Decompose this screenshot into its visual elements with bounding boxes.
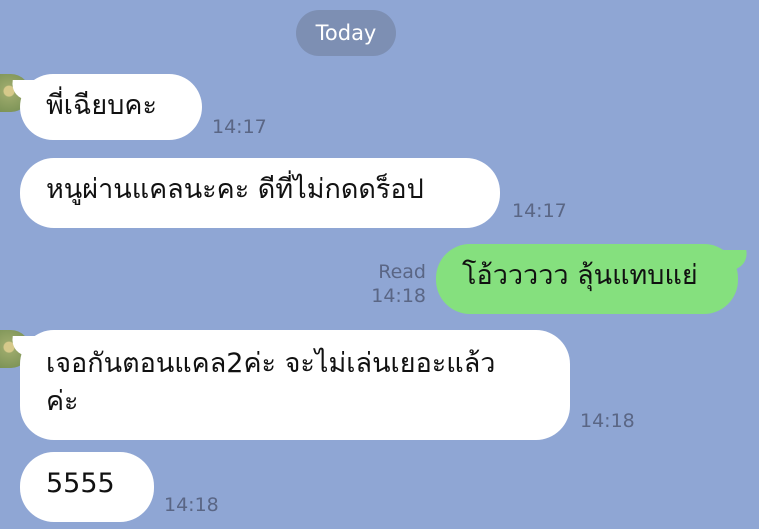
message-timestamp: 14:17: [212, 116, 267, 138]
read-label: Read: [378, 261, 426, 283]
outgoing-message-bubble[interactable]: โอ้ววววว ลุ้นแทบแย่: [436, 244, 750, 314]
incoming-message-bubble[interactable]: เจอกันตอนแคล2ค่ะ จะไม่เล่นเยอะแล้ว ค่ะ: [9, 330, 570, 440]
message-text: พี่เฉียบคะ: [46, 90, 157, 121]
message-text-line: เจอกันตอนแคล2ค่ะ จะไม่เล่นเยอะแล้ว: [46, 348, 496, 379]
message-timestamp: 14:17: [512, 200, 567, 222]
message-text: โอ้ววววว ลุ้นแทบแย่: [462, 260, 698, 291]
message-text-line: ค่ะ: [46, 386, 79, 417]
message-timestamp: 14:18: [371, 285, 426, 307]
message-timestamp: 14:18: [580, 410, 635, 432]
bubble-tail: [722, 250, 750, 270]
incoming-message-bubble[interactable]: หนูผ่านแคลนะคะ ดีที่ไม่กดดร็อป: [20, 158, 500, 228]
incoming-message-bubble[interactable]: พี่เฉียบคะ: [9, 74, 202, 140]
incoming-message-bubble[interactable]: 5555: [20, 452, 154, 522]
read-receipt: Read 14:18: [360, 260, 426, 308]
date-separator: Today: [296, 10, 396, 56]
message-timestamp: 14:18: [164, 494, 219, 516]
message-text: หนูผ่านแคลนะคะ ดีที่ไม่กดดร็อป: [46, 174, 424, 205]
message-text: 5555: [46, 468, 115, 499]
